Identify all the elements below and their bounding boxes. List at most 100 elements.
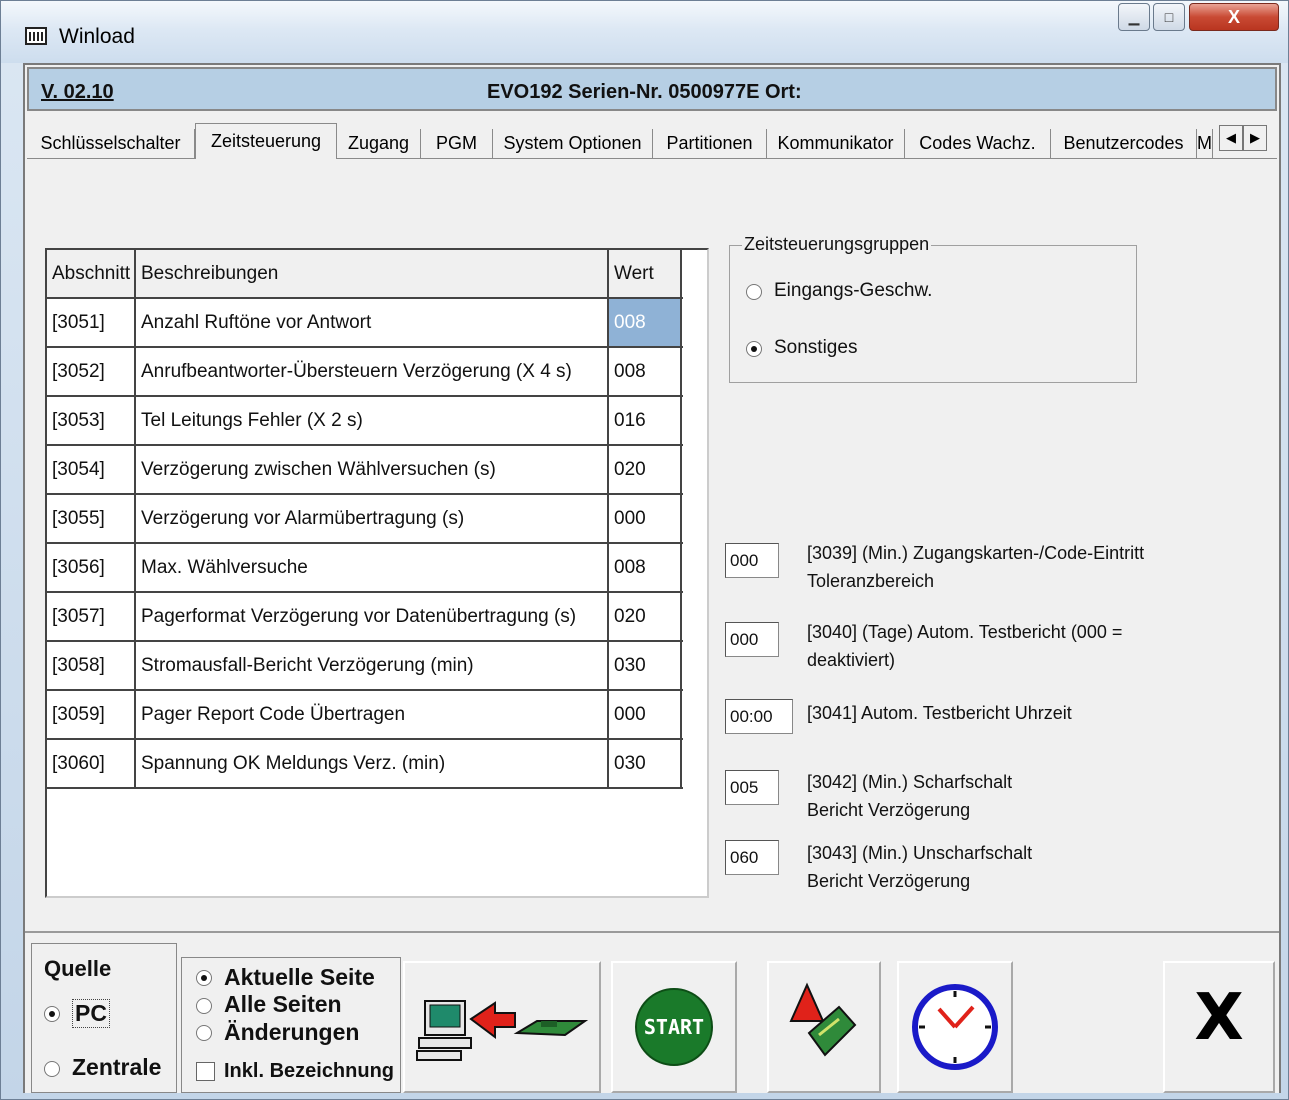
tab-benutzercodes[interactable]: Benutzercodes [1051,129,1197,158]
transfer-pc-to-panel-button[interactable] [403,961,601,1093]
description-cell: Pagerformat Verzögerung vor Datenübertra… [136,593,609,640]
table-row[interactable]: [3051] Anzahl Ruftöne vor Antwort 008 [47,299,683,348]
setting-label-3042: [3042] (Min.) Scharfschalt Bericht Verzög… [807,772,1013,820]
tab-pgm[interactable]: PGM [421,129,493,158]
clock-icon [912,984,998,1070]
tab-more[interactable]: M [1197,129,1213,158]
tab-system-optionen[interactable]: System Optionen [493,129,653,158]
section-cell: [3056] [47,544,136,591]
column-header-description: Beschreibungen [136,250,609,297]
close-window-button[interactable]: X [1189,3,1279,31]
include-names-label: Inkl. Bezeichnung [224,1060,395,1082]
scope-all-pages-radio[interactable] [196,998,212,1014]
tab-zeitsteuerung[interactable]: Zeitsteuerung [195,123,337,159]
source-pc-radio[interactable] [44,1006,60,1022]
start-icon: START [635,988,713,1066]
value-cell[interactable]: 020 [609,446,682,493]
scope-changes-radio[interactable] [196,1025,212,1041]
description-cell: Anzahl Ruftöne vor Antwort [136,299,609,346]
table-row[interactable]: [3057] Pagerformat Verzögerung vor Daten… [47,593,683,642]
value-cell[interactable]: 030 [609,740,682,787]
main-content: V. 02.10 EVO192 Serien-Nr. 0500977E Ort:… [23,63,1281,1093]
compare-icon [789,982,857,1057]
description-cell: Anrufbeantworter-Übersteuern Verzögerung… [136,348,609,395]
source-pc-label: PC [72,999,110,1028]
title-bar: Winload ▁ □ X [1,1,1288,63]
pc-to-panel-icon [416,1000,589,1061]
tab-codes-wachz[interactable]: Codes Wachz. [905,129,1051,158]
value-cell[interactable]: 000 [609,495,682,542]
table-header-row: Abschnitt Beschreibungen Wert [47,250,683,299]
table-row[interactable]: [3058] Stromausfall-Bericht Verzögerung … [47,642,683,691]
radio-label-eingangs-geschw: Eingangs-Geschw. [774,280,933,301]
value-cell[interactable]: 008 [609,348,682,395]
close-icon: X [1194,981,1244,1055]
scope-current-page-radio[interactable] [196,970,212,986]
source-zentrale-radio[interactable] [44,1061,60,1077]
setting-input-3041[interactable]: 00:00 [725,699,793,734]
table-row[interactable]: [3054] Verzögerung zwischen Wählversuche… [47,446,683,495]
tab-zugang[interactable]: Zugang [337,129,421,158]
value-cell[interactable]: 016 [609,397,682,444]
table-row[interactable]: [3056] Max. Wählversuche 008 [47,544,683,593]
section-cell: [3053] [47,397,136,444]
time-sync-button[interactable] [897,961,1013,1093]
setting-input-3043[interactable]: 060 [725,840,779,875]
compare-button[interactable] [767,961,881,1093]
table-row[interactable]: [3055] Verzögerung vor Alarmübertragung … [47,495,683,544]
value-cell[interactable]: 008 [609,544,682,591]
table-row[interactable]: [3060] Spannung OK Meldungs Verz. (min) … [47,740,683,789]
application-window: Winload ▁ □ X V. 02.10 EVO192 Serien-Nr.… [0,0,1289,1100]
tab-scroll-right-icon[interactable]: ▶ [1243,125,1267,151]
group-title: Zeitsteuerungsgruppen [742,234,932,255]
radio-label-sonstiges: Sonstiges [774,337,858,358]
column-header-section: Abschnitt [47,250,136,297]
timing-group-box: Zeitsteuerungsgruppen Eingangs-Geschw. S… [729,234,1137,383]
description-cell: Verzögerung zwischen Wählversuchen (s) [136,446,609,493]
section-cell: [3055] [47,495,136,542]
table-row[interactable]: [3059] Pager Report Code Übertragen 000 [47,691,683,740]
description-cell: Stromausfall-Bericht Verzögerung (min) [136,642,609,689]
version-label[interactable]: V. 02.10 [41,81,114,104]
column-header-value: Wert [609,250,682,297]
app-icon [25,27,47,45]
scope-changes-label: Änderungen [224,1019,360,1045]
maximize-button[interactable]: □ [1153,3,1185,31]
description-cell: Max. Wählversuche [136,544,609,591]
description-cell: Tel Leitungs Fehler (X 2 s) [136,397,609,444]
section-cell: [3051] [47,299,136,346]
tab-partitionen[interactable]: Partitionen [653,129,767,158]
close-button[interactable]: X [1163,961,1275,1093]
setting-input-3039[interactable]: 000 [725,543,779,578]
setting-input-3042[interactable]: 005 [725,770,779,805]
source-zentrale-label: Zentrale [72,1054,162,1080]
value-cell[interactable]: 030 [609,642,682,689]
value-cell[interactable]: 000 [609,691,682,738]
description-cell: Spannung OK Meldungs Verz. (min) [136,740,609,787]
radio-eingangs-geschw[interactable] [746,284,762,300]
value-cell[interactable]: 008 [609,299,682,346]
tab-kommunikator[interactable]: Kommunikator [767,129,905,158]
source-group: Quelle PC Zentrale [31,943,177,1093]
table-row[interactable]: [3052] Anrufbeantworter-Übersteuern Verz… [47,348,683,397]
minimize-button[interactable]: ▁ [1118,3,1150,31]
section-cell: [3058] [47,642,136,689]
start-button[interactable]: START [611,961,737,1093]
radio-sonstiges[interactable] [746,341,762,357]
window-title: Winload [59,25,135,48]
tab-schluesselschalter[interactable]: Schlüsselschalter [27,129,195,158]
tab-bar: Schlüsselschalter Zeitsteuerung Zugang P… [27,123,1277,159]
include-names-checkbox[interactable] [196,1062,215,1081]
description-cell: Verzögerung vor Alarmübertragung (s) [136,495,609,542]
start-label: START [644,1015,704,1039]
section-cell: [3054] [47,446,136,493]
setting-label-3039: [3039] (Min.) Zugangskarten-/Code-Eintri… [807,543,1145,591]
table-row[interactable]: [3053] Tel Leitungs Fehler (X 2 s) 016 [47,397,683,446]
bottom-toolbar: Quelle PC Zentrale Aktuelle Seite Alle S… [25,931,1279,1093]
device-info: EVO192 Serien-Nr. 0500977E Ort: [487,81,802,103]
scope-current-page-label: Aktuelle Seite [224,964,375,990]
value-cell[interactable]: 020 [609,593,682,640]
section-cell: [3052] [47,348,136,395]
tab-scroll-left-icon[interactable]: ◀ [1219,125,1243,151]
setting-input-3040[interactable]: 000 [725,622,779,657]
